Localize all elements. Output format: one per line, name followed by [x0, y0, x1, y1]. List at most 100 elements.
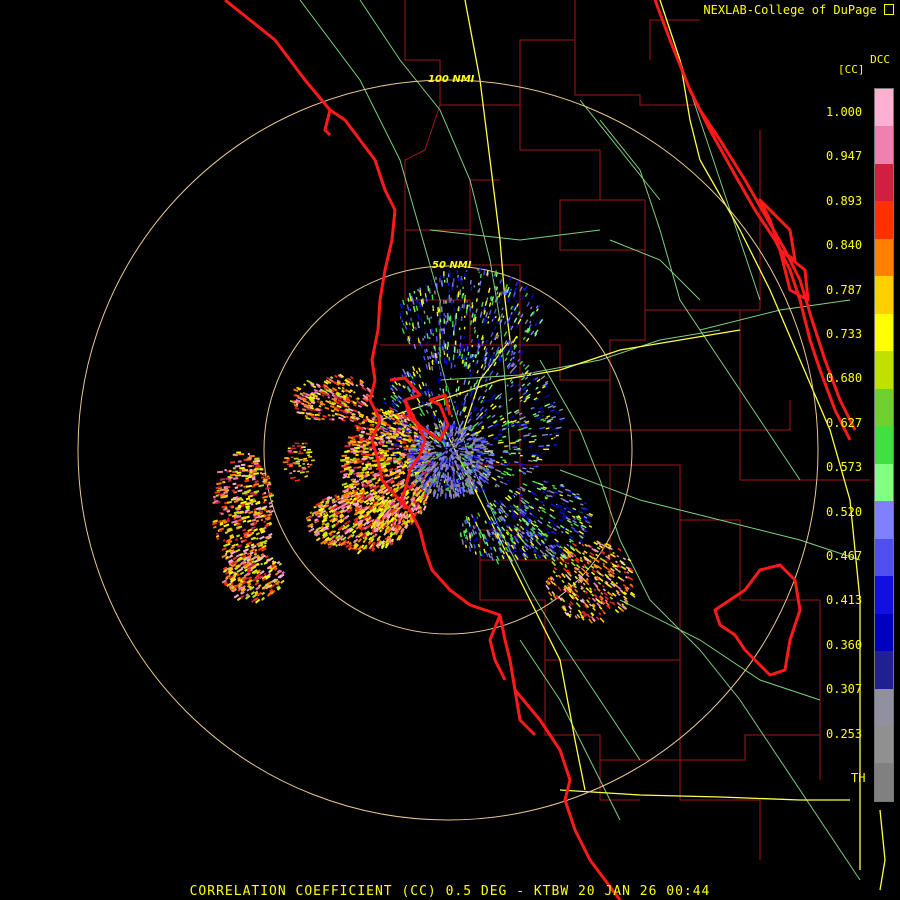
- echo-gate: [448, 456, 452, 461]
- echo-gate: [440, 474, 443, 479]
- echo-gate: [552, 428, 556, 431]
- echo-gate: [570, 558, 575, 562]
- echo-gate: [463, 297, 466, 303]
- echo-gate: [350, 399, 354, 403]
- echo-gate: [498, 396, 502, 400]
- echo-gate: [391, 384, 395, 388]
- echo-gate: [373, 472, 377, 476]
- echo-gate: [266, 557, 273, 563]
- echo-gate: [222, 539, 226, 542]
- ring-label-100: 100 NMI: [428, 74, 475, 85]
- echo-gate: [552, 405, 557, 409]
- echo-gate: [434, 352, 437, 359]
- echo-gate: [419, 413, 423, 417]
- echo-gate: [341, 517, 346, 521]
- echo-gate: [398, 440, 402, 443]
- echo-gate: [503, 470, 509, 474]
- echo-gate: [513, 492, 518, 496]
- echo-gate: [251, 485, 256, 488]
- echo-gate: [451, 427, 454, 433]
- echo-gate: [335, 544, 339, 547]
- echo-gate: [325, 399, 330, 404]
- echo-gate: [509, 288, 513, 292]
- scale-label: 0.627: [826, 415, 863, 430]
- echo-gate: [456, 483, 459, 488]
- echo-gate: [245, 497, 251, 501]
- echo-gate: [312, 385, 317, 389]
- echo-gate: [400, 310, 403, 313]
- echo-gate: [572, 519, 577, 524]
- echo-gate: [443, 435, 447, 440]
- ring-label-50: 50 NMI: [432, 260, 472, 271]
- echo-gate: [432, 453, 436, 456]
- echo-gate: [607, 605, 611, 609]
- echo-gate: [506, 384, 509, 387]
- echo-gate: [459, 532, 462, 538]
- echo-gate: [475, 415, 481, 421]
- echo-gate: [474, 316, 477, 322]
- echo-gate: [414, 326, 417, 330]
- echo-gate: [534, 524, 539, 528]
- echo-gate: [451, 436, 454, 440]
- echo-gate: [487, 353, 490, 358]
- echo-gate: [475, 379, 479, 385]
- echo-gate: [387, 456, 392, 460]
- echo-gate: [489, 546, 493, 551]
- echo-gate: [312, 511, 317, 515]
- echo-gate: [529, 538, 533, 543]
- echo-gate: [537, 482, 544, 486]
- echo-gate: [466, 304, 469, 310]
- echo-gate: [467, 444, 474, 448]
- echo-gate: [477, 512, 481, 517]
- echo-gate: [392, 391, 396, 395]
- echo-gate: [495, 372, 499, 376]
- echo-gate: [236, 559, 240, 563]
- echo-gate: [392, 532, 396, 536]
- echo-gate: [255, 537, 259, 540]
- echo-gate: [476, 487, 481, 493]
- echo-gate: [334, 534, 338, 537]
- echo-gate: [552, 401, 556, 404]
- echo-gate: [466, 392, 469, 397]
- echo-gate: [477, 462, 480, 466]
- echo-gate: [392, 405, 396, 409]
- echo-gate: [398, 518, 402, 522]
- echo-gate: [233, 510, 240, 515]
- echo-gate: [610, 553, 616, 558]
- echo-gate: [388, 406, 394, 412]
- echo-gate: [336, 530, 341, 535]
- color-scale-bar: [874, 88, 894, 802]
- echo-gate: [245, 509, 250, 513]
- echo-gate: [425, 389, 428, 393]
- echo-gate: [405, 321, 408, 326]
- echo-gate: [260, 514, 265, 518]
- echo-gate: [555, 428, 559, 431]
- echo-gate: [260, 575, 264, 578]
- echo-gate: [621, 578, 625, 582]
- echo-gate: [431, 366, 434, 371]
- echo-gate: [588, 525, 593, 528]
- echo-gate: [402, 368, 407, 375]
- echo-gate: [235, 548, 241, 553]
- echo-gate: [344, 524, 349, 530]
- echo-gate: [404, 512, 408, 516]
- echo-gate: [528, 323, 532, 328]
- echo-gate: [269, 504, 274, 508]
- echo-gate: [493, 361, 497, 367]
- echo-gate: [367, 419, 373, 424]
- echo-gate: [491, 393, 496, 399]
- echo-gate: [517, 439, 522, 441]
- echo-gate: [523, 399, 527, 403]
- echo-gate: [419, 438, 423, 442]
- echo-gate: [485, 312, 488, 318]
- echo-gate: [479, 273, 482, 279]
- echo-gate: [451, 461, 454, 465]
- echo-gate: [500, 354, 503, 358]
- echo-gate: [484, 465, 488, 468]
- echo-gate: [470, 454, 474, 457]
- echo-gate: [492, 316, 496, 320]
- echo-gate: [250, 499, 257, 504]
- echo-gate: [418, 384, 422, 390]
- echo-gate: [224, 487, 229, 490]
- echo-gate: [232, 496, 238, 500]
